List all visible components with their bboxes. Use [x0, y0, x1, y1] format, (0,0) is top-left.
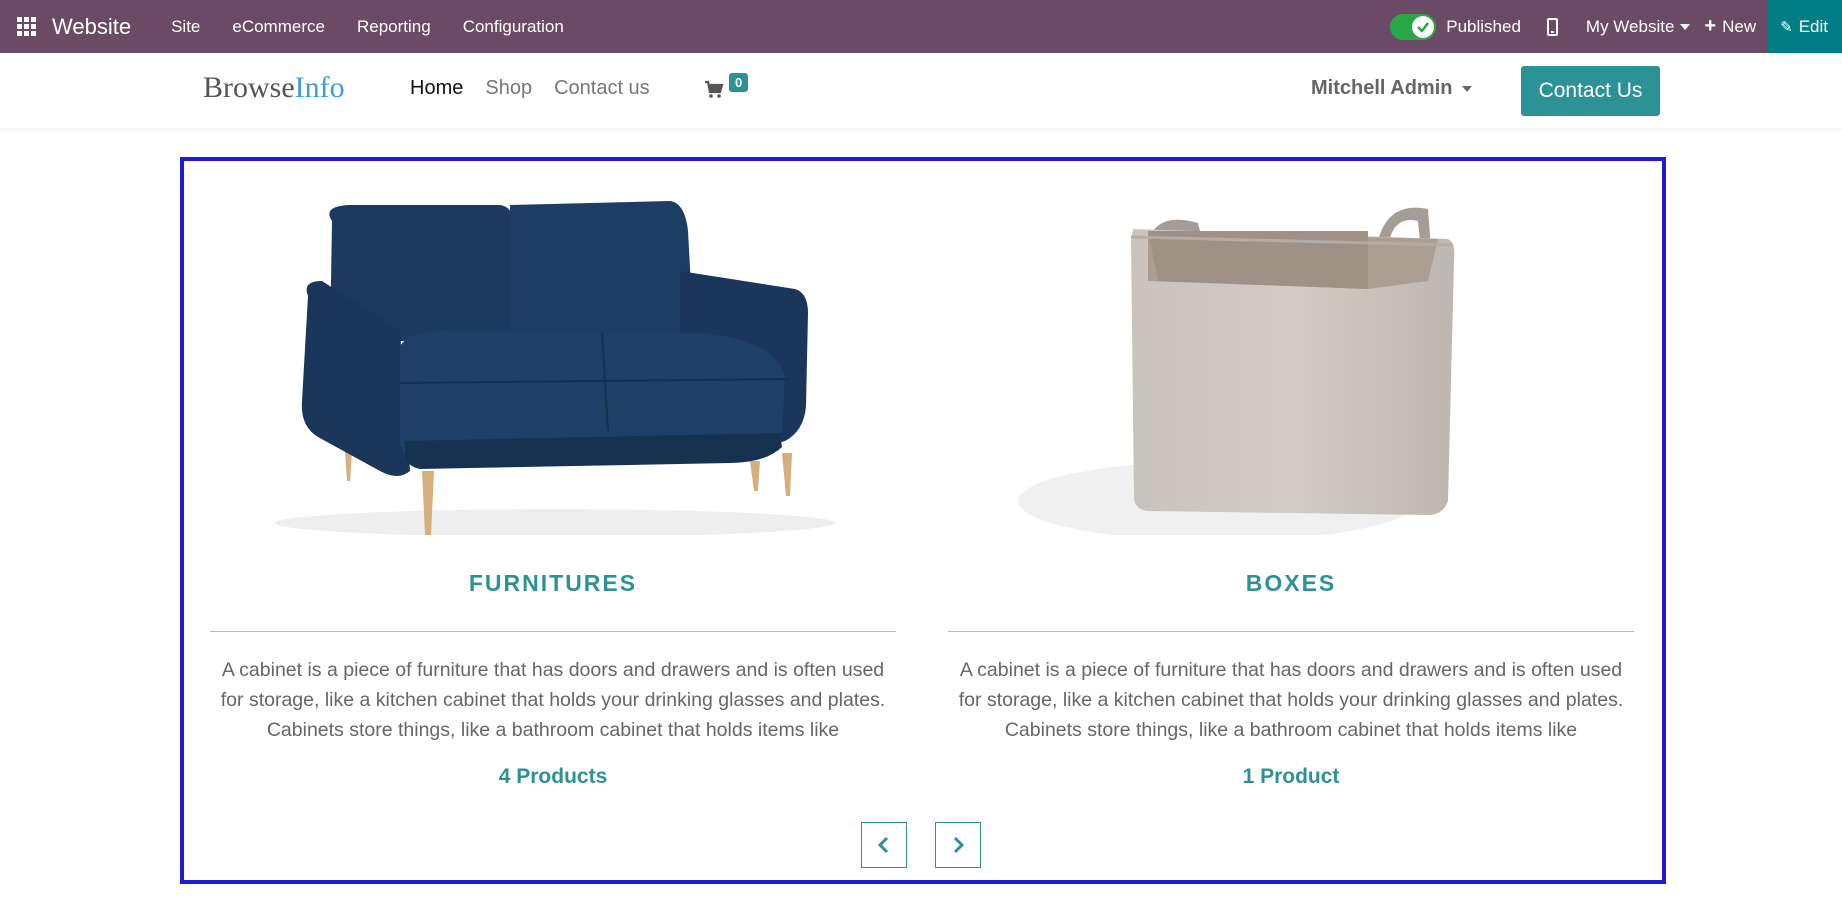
category-description: A cabinet is a piece of furniture that h…	[958, 659, 1624, 741]
menu-reporting[interactable]: Reporting	[341, 17, 447, 37]
user-menu[interactable]: Mitchell Admin	[1311, 77, 1473, 100]
carousel-prev-button[interactable]	[861, 822, 907, 868]
top-menu: Site eCommerce Reporting Configuration	[155, 17, 580, 37]
cart-count-badge: 0	[729, 73, 749, 92]
contact-us-button[interactable]: Contact Us	[1521, 66, 1660, 116]
pencil-icon: ✎	[1780, 18, 1793, 36]
divider	[948, 631, 1634, 632]
fabric-basket-image	[948, 201, 1634, 535]
menu-site[interactable]: Site	[155, 17, 216, 37]
website-switcher[interactable]: My Website	[1586, 17, 1691, 37]
category-product-count[interactable]: 4 Products	[210, 765, 896, 789]
edit-button-label: Edit	[1798, 16, 1828, 36]
app-title[interactable]: Website	[52, 14, 131, 40]
edit-button[interactable]: ✎ Edit	[1768, 0, 1842, 53]
new-button-label: New	[1722, 16, 1757, 36]
category-title: BOXES	[1245, 570, 1337, 596]
divider	[210, 631, 896, 632]
shopping-cart-icon[interactable]	[704, 79, 724, 99]
menu-configuration[interactable]: Configuration	[447, 17, 580, 37]
apps-grid-icon[interactable]	[0, 0, 52, 53]
plus-icon: +	[1704, 15, 1717, 37]
mobile-preview-icon[interactable]	[1546, 17, 1558, 36]
category-product-count[interactable]: 1 Product	[948, 765, 1634, 789]
nav-shop[interactable]: Shop	[485, 77, 532, 100]
main-nav: Home Shop Contact us	[410, 77, 672, 100]
site-header: BrowseInfo Home Shop Contact us 0 Mitche…	[0, 53, 1842, 128]
logo-text-part1: Browse	[203, 71, 295, 104]
sofa-image	[210, 201, 896, 535]
check-icon	[1412, 15, 1435, 38]
nav-contact-us[interactable]: Contact us	[554, 77, 650, 100]
published-label: Published	[1446, 16, 1521, 36]
caret-down-icon	[1462, 85, 1473, 92]
category-title: FURNITURES	[468, 570, 638, 596]
category-card: FURNITURES A cabinet is a piece of furni…	[210, 201, 896, 789]
website-switcher-label: My Website	[1585, 16, 1675, 36]
logo-text-part2: Info	[294, 71, 345, 104]
nav-home[interactable]: Home	[410, 77, 463, 100]
menu-ecommerce[interactable]: eCommerce	[216, 17, 341, 37]
category-carousel[interactable]: FURNITURES A cabinet is a piece of furni…	[180, 157, 1666, 884]
category-card: BOXES A cabinet is a piece of furniture …	[948, 201, 1634, 789]
new-button[interactable]: + New	[1704, 15, 1756, 38]
user-name: Mitchell Admin	[1311, 77, 1453, 99]
chevron-right-icon	[953, 836, 965, 854]
carousel-next-button[interactable]	[935, 822, 981, 868]
caret-down-icon	[1680, 23, 1691, 30]
odoo-admin-bar: Website Site eCommerce Reporting Configu…	[0, 0, 1842, 53]
chevron-left-icon	[877, 836, 889, 854]
site-logo[interactable]: BrowseInfo	[203, 71, 345, 105]
published-toggle[interactable]	[1390, 13, 1437, 40]
category-description: A cabinet is a piece of furniture that h…	[220, 659, 886, 741]
